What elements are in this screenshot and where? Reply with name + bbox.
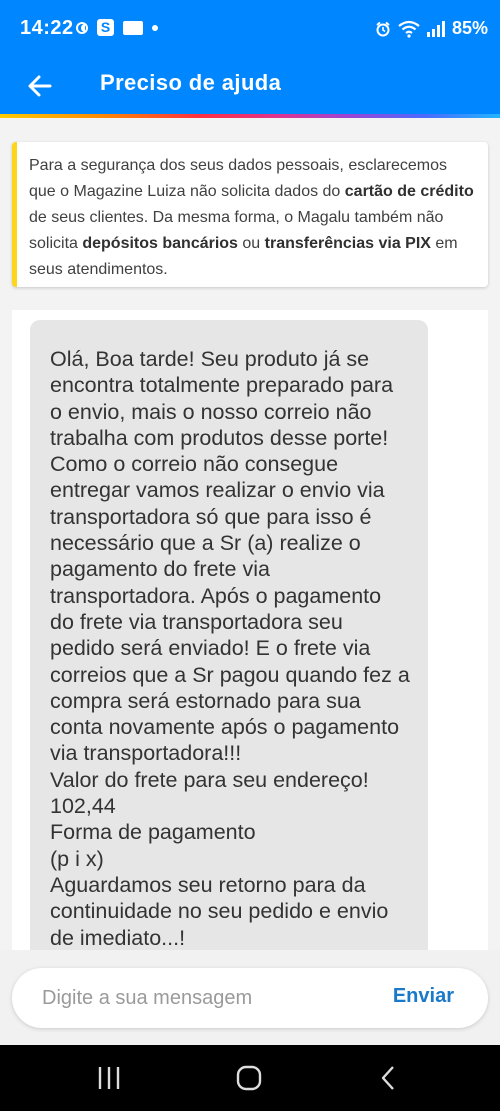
signal-icon — [426, 20, 445, 37]
recent-apps-button[interactable] — [94, 1063, 124, 1093]
home-icon — [236, 1065, 262, 1091]
send-button[interactable]: Enviar — [393, 985, 454, 1008]
app-s-icon: S — [97, 19, 114, 36]
status-left-icons: S — [76, 19, 158, 36]
composer: Enviar — [0, 950, 500, 1045]
status-time: 14:22 — [20, 17, 74, 39]
notice-highlight-bank-deposits: depósitos bancários — [82, 235, 238, 252]
battery-level: 85% — [451, 18, 488, 38]
message-input-box: Enviar — [12, 968, 488, 1028]
message-input[interactable] — [42, 968, 362, 1028]
security-notice: Para a segurança dos seus dados pessoais… — [12, 142, 488, 287]
more-notifications-dot — [152, 24, 158, 31]
recent-apps-icon — [98, 1067, 120, 1089]
app-notification-icon — [123, 20, 143, 35]
app-bar: Preciso de ajuda — [0, 58, 500, 114]
received-message-bubble: Olá, Boa tarde! Seu produto já se encont… — [30, 320, 428, 950]
home-button[interactable] — [234, 1063, 264, 1093]
message-text: Olá, Boa tarde! Seu produto já se encont… — [50, 347, 410, 950]
page-title: Preciso de ajuda — [100, 70, 282, 95]
nav-back-button[interactable] — [374, 1063, 404, 1093]
message-list[interactable]: Olá, Boa tarde! Seu produto já se encont… — [12, 310, 488, 950]
arrow-left-icon — [28, 75, 52, 97]
notice-highlight-pix-transfers: transferências via PIX — [264, 235, 431, 252]
back-icon — [381, 1066, 394, 1090]
status-bar: 14:22 S 85% — [0, 0, 500, 58]
do-not-disturb-icon — [76, 21, 88, 34]
notice-highlight-credit-card: cartão de crédito — [344, 183, 474, 200]
status-right-icons: 85% — [375, 18, 488, 39]
system-nav-bar — [0, 1045, 500, 1111]
alarm-icon — [376, 21, 390, 36]
notice-text: ou — [237, 235, 265, 252]
back-button[interactable] — [22, 68, 58, 104]
chat-content: Para a segurança dos seus dados pessoais… — [0, 118, 500, 950]
wifi-icon — [398, 20, 420, 38]
